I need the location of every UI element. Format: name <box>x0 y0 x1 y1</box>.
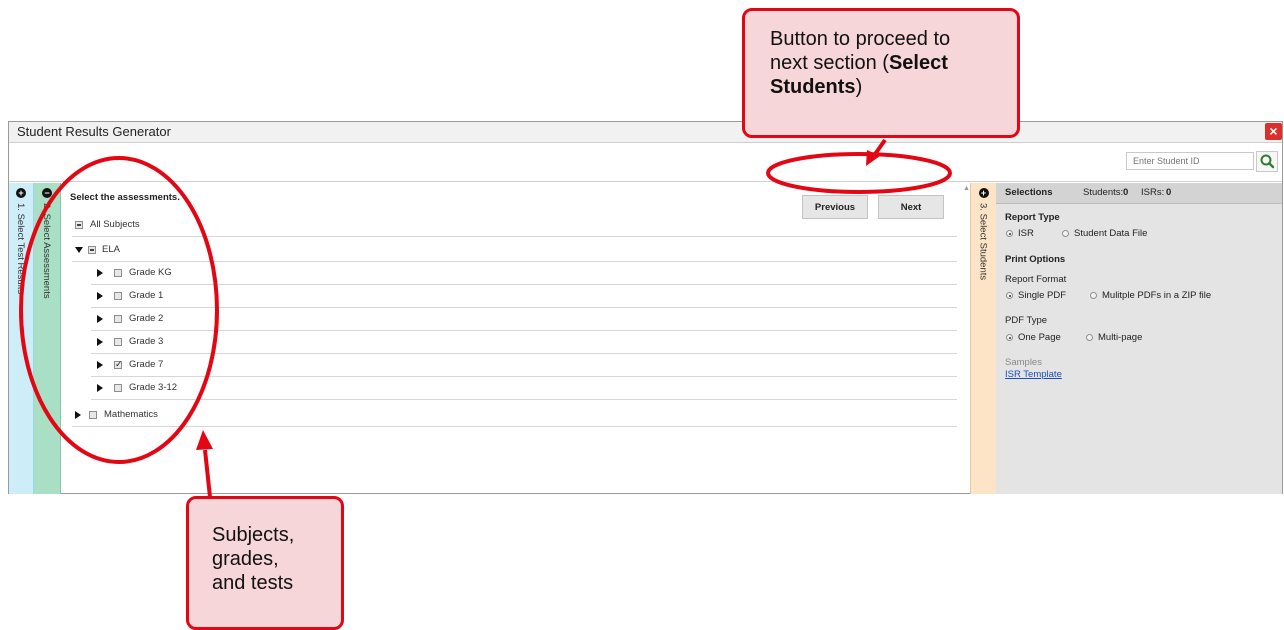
next-button-highlight-ellipse <box>766 152 952 194</box>
callout-line: Subjects, <box>212 524 295 546</box>
bottom-arrow-head <box>196 430 213 450</box>
callout-bold: Students <box>770 76 856 98</box>
callout-line: next section ( <box>770 52 889 74</box>
callout-bold: Select <box>888 52 948 74</box>
callout-line: and tests <box>212 572 294 594</box>
bottom-arrow-shaft <box>203 449 212 498</box>
callout-line: grades, <box>212 548 279 570</box>
assessments-highlight-ellipse <box>19 156 219 464</box>
next-section-callout: Button to proceed to next section (Selec… <box>742 8 1020 138</box>
callout-line: Button to proceed to <box>770 28 951 50</box>
subjects-grades-tests-callout: Subjects, grades, and tests <box>186 496 344 630</box>
callout-line: ) <box>855 76 863 98</box>
